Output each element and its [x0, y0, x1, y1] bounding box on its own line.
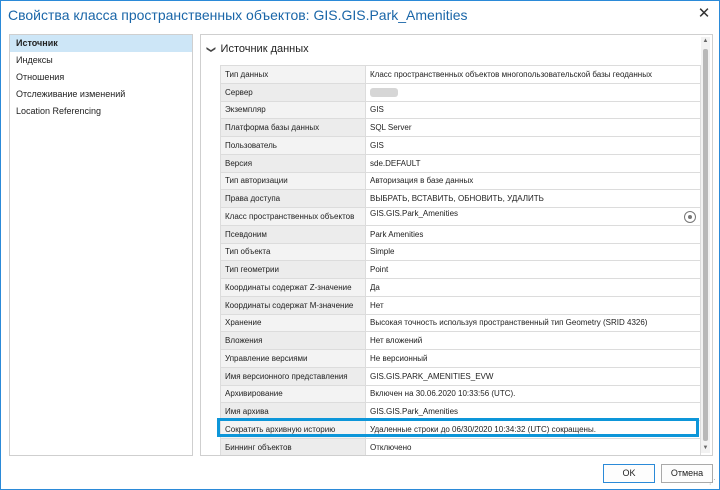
property-value: SQL Server — [365, 118, 701, 137]
table-row: Тип объекта Simple — [220, 242, 701, 262]
table-row: Тип данных Класс пространственных объекто… — [220, 65, 701, 84]
property-key: Архивирование — [220, 384, 366, 404]
property-key: Хранение — [220, 313, 366, 333]
ok-button[interactable]: OK — [603, 464, 655, 483]
property-value: GIS.GIS.Park_Amenities — [370, 209, 459, 219]
resize-grip-icon[interactable]: ⋰ — [709, 479, 717, 487]
content-panel: ❯ Источник данных Тип данных Класс простра… — [200, 34, 713, 456]
sidebar-item-change-tracking[interactable]: Отслеживание изменений — [10, 86, 192, 103]
property-key: Тип данных — [220, 65, 366, 84]
copy-icon[interactable] — [684, 211, 696, 224]
table-row: Управление версиями Не версионный — [220, 349, 701, 368]
chevron-down-icon: ❯ — [206, 45, 217, 54]
property-key: Класс пространственных объектов — [220, 207, 366, 226]
table-row: Архивирование Включен на 30.06.2020 10:33… — [220, 384, 701, 404]
property-key: Платформа базы данных — [220, 118, 366, 137]
property-value: Нет — [365, 295, 701, 315]
title-bar: Свойства класса пространственных объекто… — [1, 1, 719, 29]
vertical-scrollbar[interactable]: ▲ ▼ — [701, 37, 710, 453]
property-key: Имя архива — [220, 402, 366, 421]
property-key: Версия — [220, 153, 366, 173]
properties-table: Тип данных Класс пространственных объекто… — [220, 65, 701, 455]
property-key: Управление версиями — [220, 349, 366, 368]
property-value: Не версионный — [365, 349, 701, 368]
table-row: Тип геометрии Point — [220, 260, 701, 279]
property-value: ВЫБРАТЬ, ВСТАВИТЬ, ОБНОВИТЬ, УДАЛИТЬ — [365, 189, 701, 208]
table-row: Версия sde.DEFAULT — [220, 153, 701, 173]
property-value: Высокая точность используя пространствен… — [365, 313, 701, 333]
property-value: Отключено — [365, 437, 701, 455]
scroll-up-icon[interactable]: ▲ — [701, 37, 710, 46]
property-key: Тип авторизации — [220, 171, 366, 191]
dialog-title: Свойства класса пространственных объекто… — [8, 7, 468, 23]
table-row: Вложения Нет вложений — [220, 331, 701, 350]
property-key: Вложения — [220, 331, 366, 350]
property-key: Биннинг объектов — [220, 437, 366, 455]
section-title: Источник данных — [220, 43, 309, 55]
close-button[interactable]: ✕ — [693, 4, 715, 24]
property-value: Point — [365, 260, 701, 279]
section-header-data-source[interactable]: ❯ Источник данных — [206, 43, 309, 55]
property-key: Тип объекта — [220, 242, 366, 262]
table-row: Платформа базы данных SQL Server — [220, 118, 701, 137]
property-value-with-copy: GIS.GIS.Park_Amenities — [365, 207, 701, 226]
sidebar-item-source[interactable]: Источник — [10, 35, 192, 52]
property-key: Пользователь — [220, 136, 366, 155]
cancel-button[interactable]: Отмена — [661, 464, 713, 483]
table-row-highlighted: Сократить архивную историю Удаленные стро… — [220, 420, 701, 439]
property-key: Тип геометрии — [220, 260, 366, 279]
sidebar-item-relationships[interactable]: Отношения — [10, 69, 192, 86]
property-key: Сервер — [220, 82, 366, 102]
property-value: Нет вложений — [365, 331, 701, 350]
property-value: Да — [365, 278, 701, 297]
sidebar-item-indexes[interactable]: Индексы — [10, 52, 192, 69]
property-key: Права доступа — [220, 189, 366, 208]
table-row: Имя архива GIS.GIS.Park_Amenities — [220, 402, 701, 421]
table-row: Хранение Высокая точность используя прост… — [220, 313, 701, 333]
property-value: Включен на 30.06.2020 10:33:56 (UTC). — [365, 384, 701, 404]
table-row: Тип авторизации Авторизация в базе данных — [220, 171, 701, 191]
property-value: Авторизация в базе данных — [365, 171, 701, 191]
property-value: GIS — [365, 100, 701, 120]
property-value: Удаленные строки до 06/30/2020 10:34:32 … — [365, 420, 701, 439]
property-value: GIS — [365, 136, 701, 155]
table-row: Биннинг объектов Отключено — [220, 437, 701, 455]
property-key: Псевдоним — [220, 224, 366, 244]
property-value: Класс пространственных объектов многопол… — [365, 65, 701, 84]
property-value: GIS.GIS.Park_Amenities — [365, 402, 701, 421]
properties-dialog: Свойства класса пространственных объекто… — [0, 0, 720, 490]
scroll-down-icon[interactable]: ▼ — [701, 444, 710, 453]
property-value-redacted — [365, 82, 701, 102]
scrollbar-thumb[interactable] — [703, 49, 708, 441]
sidebar-item-location-referencing[interactable]: Location Referencing — [10, 103, 192, 120]
property-key: Координаты содержат M-значение — [220, 295, 366, 315]
property-key: Экземпляр — [220, 100, 366, 120]
property-value: Simple — [365, 242, 701, 262]
table-row: Имя версионного представления GIS.GIS.PAR… — [220, 366, 701, 386]
property-key: Сократить архивную историю — [220, 420, 366, 439]
table-row: Класс пространственных объектов GIS.GIS.P… — [220, 207, 701, 226]
table-row: Пользователь GIS — [220, 136, 701, 155]
table-row: Псевдоним Park Amenities — [220, 224, 701, 244]
redacted-value — [370, 87, 398, 97]
property-value: Park Amenities — [365, 224, 701, 244]
table-row: Координаты содержат M-значение Нет — [220, 295, 701, 315]
table-row: Координаты содержат Z-значение Да — [220, 278, 701, 297]
table-row: Права доступа ВЫБРАТЬ, ВСТАВИТЬ, ОБНОВИТЬ… — [220, 189, 701, 208]
property-key: Координаты содержат Z-значение — [220, 278, 366, 297]
table-row: Сервер — [220, 82, 701, 102]
table-row: Экземпляр GIS — [220, 100, 701, 120]
property-value: GIS.GIS.PARK_AMENITIES_EVW — [365, 366, 701, 386]
category-sidebar: Источник Индексы Отношения Отслеживание … — [9, 34, 193, 456]
property-value: sde.DEFAULT — [365, 153, 701, 173]
property-key: Имя версионного представления — [220, 366, 366, 386]
